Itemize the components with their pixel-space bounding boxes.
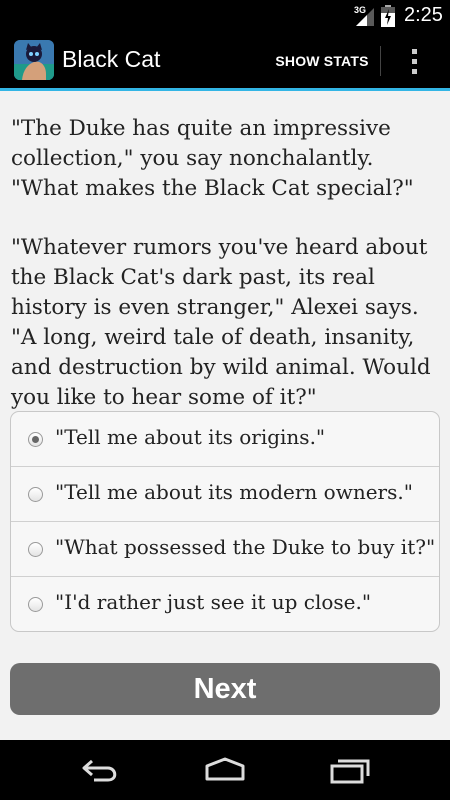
- action-bar: Black Cat SHOW STATS: [0, 33, 450, 88]
- choice-option[interactable]: "Tell me about its modern owners.": [11, 467, 439, 522]
- battery-icon: [381, 5, 395, 27]
- choice-option[interactable]: "What possessed the Duke to buy it?": [11, 522, 439, 577]
- status-bar: 3G 2:25: [0, 0, 450, 33]
- choice-option[interactable]: "I'd rather just see it up close.": [11, 577, 439, 631]
- overflow-menu-icon[interactable]: [396, 43, 432, 79]
- black-cat-app-icon[interactable]: [14, 40, 54, 80]
- choice-option[interactable]: "Tell me about its origins.": [11, 412, 439, 467]
- signal-icon: [356, 8, 374, 26]
- next-button[interactable]: Next: [10, 663, 440, 715]
- home-icon[interactable]: [195, 752, 255, 788]
- radio-button[interactable]: [28, 487, 43, 502]
- story-content[interactable]: "The Duke has quite an impressive collec…: [0, 91, 450, 740]
- navigation-bar: [0, 740, 450, 800]
- choice-label: "I'd rather just see it up close.": [55, 590, 372, 614]
- app-title: Black Cat: [62, 46, 161, 72]
- radio-button-checked[interactable]: [28, 432, 43, 447]
- back-icon[interactable]: [70, 752, 130, 788]
- recents-icon[interactable]: [320, 752, 380, 788]
- choice-label: "Tell me about its origins.": [55, 425, 326, 449]
- choice-label: "Tell me about its modern owners.": [55, 480, 413, 504]
- story-paragraph: "Whatever rumors you've heard about the …: [11, 235, 431, 410]
- story-paragraph: "The Duke has quite an impressive collec…: [11, 116, 414, 201]
- radio-button[interactable]: [28, 597, 43, 612]
- show-stats-button[interactable]: SHOW STATS: [268, 43, 376, 79]
- action-bar-divider: [380, 46, 381, 76]
- choice-list: "Tell me about its origins." "Tell me ab…: [10, 411, 440, 632]
- clock: 2:25: [404, 4, 443, 26]
- radio-button[interactable]: [28, 542, 43, 557]
- choice-label: "What possessed the Duke to buy it?": [55, 535, 436, 559]
